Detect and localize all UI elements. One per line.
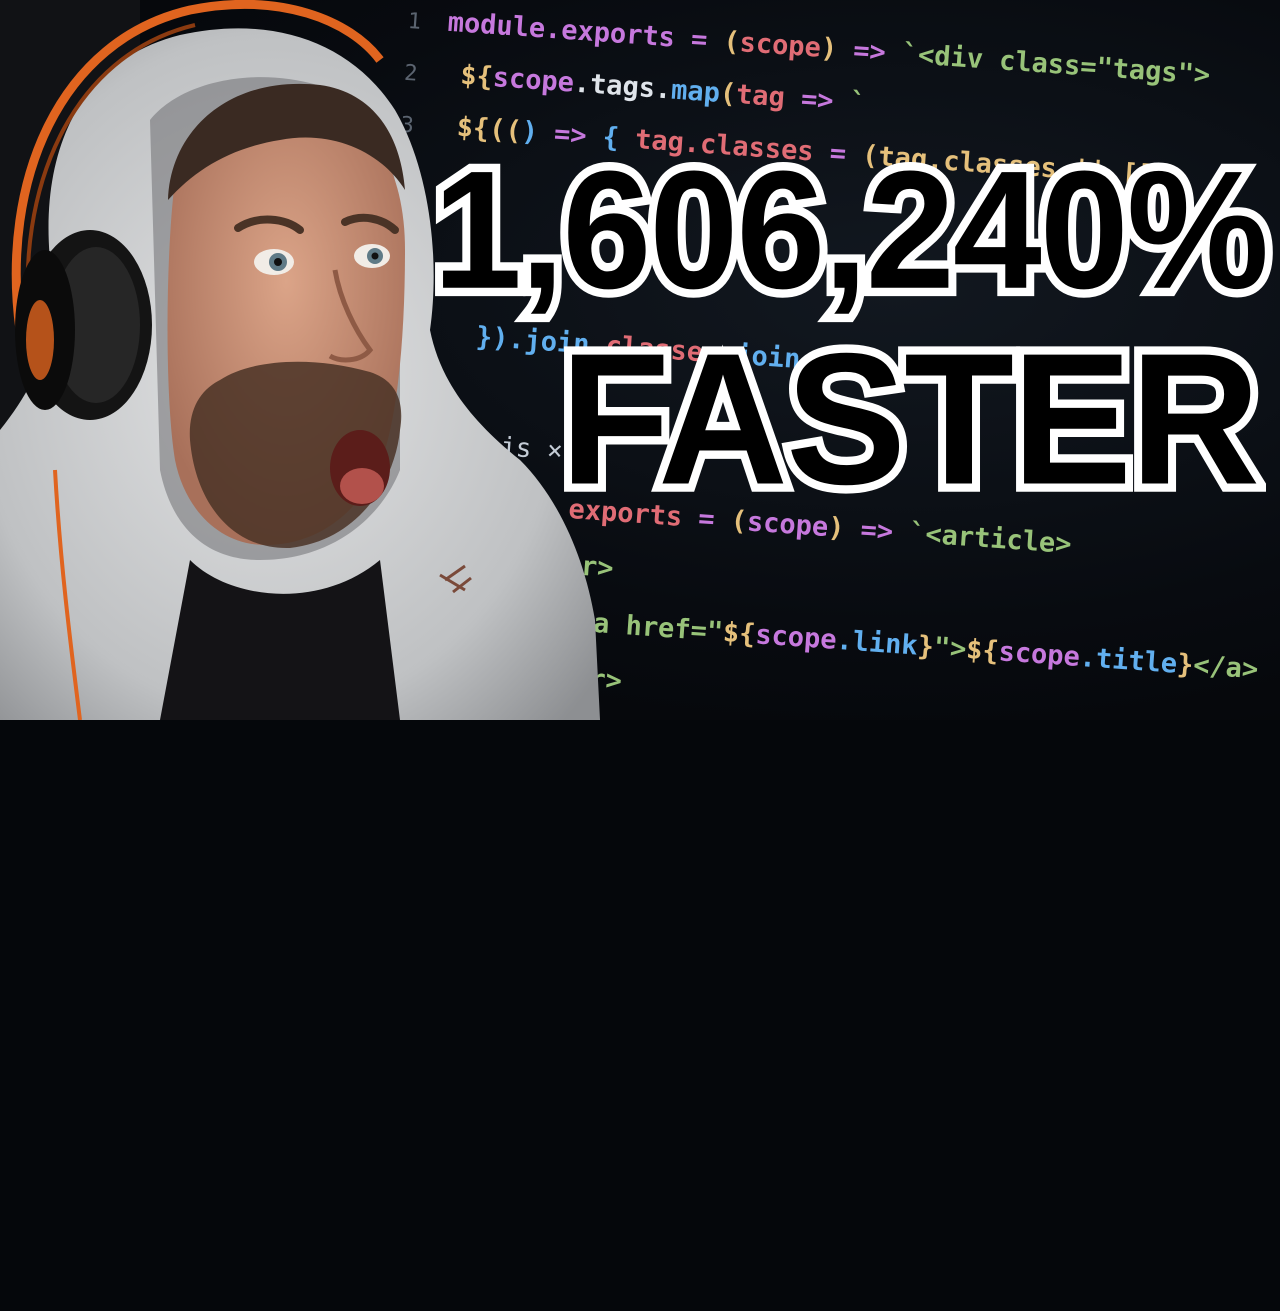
code-token: "> bbox=[932, 631, 968, 665]
code-token: ` bbox=[848, 86, 868, 120]
code-token: scope bbox=[738, 27, 822, 64]
code-token: .link bbox=[835, 624, 919, 662]
code-token: tag bbox=[735, 79, 786, 114]
code-token: => bbox=[783, 82, 851, 118]
code-token: ${ bbox=[965, 634, 1000, 668]
code-token: .title bbox=[1078, 642, 1179, 680]
code-token: scope bbox=[997, 636, 1081, 673]
streamer-photo bbox=[0, 0, 600, 720]
code-token: </a> bbox=[1192, 649, 1260, 686]
code-token: map bbox=[670, 74, 722, 109]
code-token: `<article> bbox=[908, 517, 1073, 561]
code-token: `<div class="tags"> bbox=[900, 38, 1212, 91]
code-token: ${ bbox=[721, 617, 757, 651]
code-token: => bbox=[835, 33, 904, 70]
code-line: ><a href="${scope.link}">${scope.title}<… bbox=[559, 602, 1260, 691]
headline-percentage: 1,606,240% bbox=[425, 135, 1277, 324]
code-token: = bbox=[673, 22, 725, 57]
code-token: scope bbox=[754, 619, 838, 656]
code-lines-lower: exports = (scope) => `<article> er> ><a hr… bbox=[517, 490, 1280, 1311]
headline-faster: FASTER bbox=[552, 314, 1268, 524]
